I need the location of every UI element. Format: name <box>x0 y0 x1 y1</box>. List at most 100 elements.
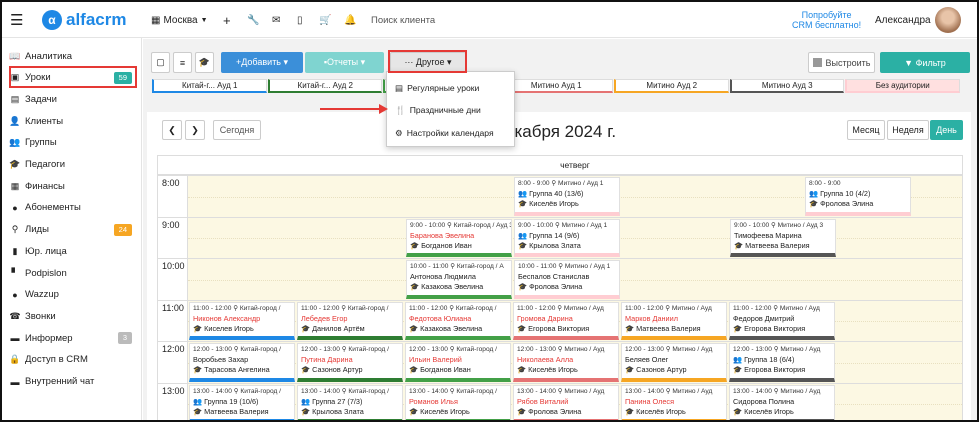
plus-icon[interactable]: + <box>223 2 231 38</box>
sidebar-item-3[interactable]: 👤 Клиенты <box>8 111 136 131</box>
view-list-icon[interactable]: ≡ <box>173 52 192 73</box>
lesson-card[interactable]: 11:00 - 12:00 ⚲ Китай-город / Лебедев Его… <box>297 301 403 340</box>
auditorium-tab-5[interactable]: Митино Ауд 3 <box>729 79 844 93</box>
other-label: ··· Другое ▾ <box>404 57 452 67</box>
lesson-card[interactable]: 8:00 - 9:00 ⚲ Митино / Ауд 1 👥 Группа 40 … <box>514 177 620 216</box>
sidebar-item-13[interactable]: ▬ Информер 3 <box>8 328 136 348</box>
lesson-time: 9:00 - 10:00 ⚲ Китай-город / Ауд 3 <box>410 221 512 229</box>
main-area: ▢ ≡ 🎓 +Добавить ▾ ▪Отчеты ▾ ··· Другое ▾… <box>143 39 977 420</box>
sidebar-item-0[interactable]: 📖 Аналитика <box>8 46 136 66</box>
phone-icon[interactable]: ▯ <box>297 2 303 38</box>
view-day-button[interactable]: День <box>930 120 963 140</box>
promo-link[interactable]: Попробуйте CRM бесплатно! <box>792 2 861 38</box>
lesson-client: Антонова Людмила <box>410 272 476 281</box>
hamburger-icon[interactable]: ☰ <box>10 2 23 38</box>
wrench-icon[interactable]: 🔧 <box>247 2 259 38</box>
sidebar-item-4[interactable]: 👥 Группы <box>8 133 136 153</box>
avatar[interactable] <box>935 2 961 38</box>
auditorium-tab-1[interactable]: Китай-г... Ауд 2 <box>267 79 382 93</box>
mail-icon[interactable]: ✉ <box>272 2 280 38</box>
sidebar-icon: ● <box>12 289 18 300</box>
auditorium-tab-0[interactable]: Китай-г... Ауд 1 <box>152 79 267 93</box>
lesson-card[interactable]: 11:00 - 12:00 ⚲ Митино / Ауд Марков Дании… <box>621 301 727 340</box>
sidebar-item-15[interactable]: ▬ Внутренний чат <box>8 372 136 392</box>
lesson-client: Беспалов Станислав <box>518 272 590 281</box>
lesson-card[interactable]: 9:00 - 10:00 ⚲ Митино / Ауд 1 👥 Группа 14… <box>514 218 620 257</box>
sidebar-item-8[interactable]: ⚲ Лиды 24 <box>8 220 136 240</box>
lesson-card[interactable]: 11:00 - 12:00 ⚲ Митино / Ауд Громова Дари… <box>513 301 619 340</box>
lesson-card[interactable]: 12:00 - 13:00 ⚲ Китай-город / Воробьев За… <box>189 343 295 382</box>
lesson-time: 11:00 - 12:00 ⚲ Митино / Ауд <box>517 304 604 312</box>
sidebar-item-14[interactable]: 🔒 Доступ в CRM <box>8 350 136 370</box>
lesson-teacher: 🎓 Фролова Элина <box>517 406 582 416</box>
view-day-label: День <box>936 125 957 135</box>
client-search[interactable]: Поиск клиента <box>371 2 435 38</box>
sidebar-item-11[interactable]: ● Wazzup <box>8 285 136 305</box>
lesson-card[interactable]: 8:00 - 9:00 👥 Группа 10 (4/2) 🎓 Фролова Эл… <box>805 177 911 216</box>
filter-button[interactable]: ▼ Фильтр <box>880 52 970 73</box>
lesson-card[interactable]: 12:00 - 13:00 ⚲ Митино / Ауд Николаева Ал… <box>513 343 619 382</box>
view-calendar-icon[interactable]: ▢ <box>151 52 170 73</box>
lesson-teacher: 🎓 Киселев Игорь <box>193 323 254 333</box>
lesson-card[interactable]: 13:00 - 14:00 ⚲ Митино / Ауд Сидорова Пол… <box>729 384 835 420</box>
lesson-time: 8:00 - 9:00 ⚲ Митино / Ауд 1 <box>518 180 604 187</box>
sidebar-item-9[interactable]: ▮ Юр. лица <box>8 241 136 261</box>
lesson-client: Рябов Виталий <box>517 396 569 406</box>
lesson-card[interactable]: 13:00 - 14:00 ⚲ Китай-город / 👥 Группа 19… <box>189 384 295 420</box>
menu-item-calendar-settings[interactable]: ⚙ Настройки календаря <box>395 123 494 143</box>
lesson-card[interactable]: 10:00 - 11:00 ⚲ Митино / Ауд 1 Беспалов С… <box>514 260 620 299</box>
lesson-card[interactable]: 13:00 - 14:00 ⚲ Китай-город / 👥 Группа 27… <box>297 384 403 420</box>
lesson-card[interactable]: 11:00 - 12:00 ⚲ Митино / Ауд Федоров Дмит… <box>729 301 835 340</box>
branch-selector[interactable]: ▦ Москва ▼ <box>151 2 208 38</box>
sidebar-item-7[interactable]: ● Абонементы <box>8 198 136 218</box>
checkbox-icon <box>812 58 822 67</box>
lesson-card[interactable]: 12:00 - 13:00 ⚲ Митино / Ауд 👥 Группа 18 … <box>729 343 835 382</box>
reports-button[interactable]: ▪Отчеты ▾ <box>305 52 384 73</box>
promo-line2: CRM бесплатно! <box>792 20 862 30</box>
sidebar-item-5[interactable]: 🎓 Педагоги <box>8 155 136 175</box>
lesson-card[interactable]: 10:00 - 11:00 ⚲ Китай-город / А Антонова … <box>406 260 512 299</box>
sidebar-item-2[interactable]: ▤ Задачи <box>8 89 136 109</box>
menu-item-holidays[interactable]: 🍴 Праздничные дни <box>395 100 481 120</box>
sidebar-item-10[interactable]: ▘ Podpislon <box>8 263 136 283</box>
arrow-annotation-icon <box>320 104 388 114</box>
lesson-client: Романов Илья <box>409 396 458 406</box>
lesson-card[interactable]: 9:00 - 10:00 ⚲ Китай-город / Ауд 3 Барано… <box>406 218 512 257</box>
auditorium-tab-3[interactable]: Митино Ауд 1 <box>498 79 613 93</box>
lesson-card[interactable]: 13:00 - 14:00 ⚲ Китай-город / Романов Иль… <box>405 384 511 420</box>
align-checkbox[interactable]: Выстроить <box>808 52 875 73</box>
view-week-button[interactable]: Неделя <box>887 120 929 140</box>
lesson-card[interactable]: 12:00 - 13:00 ⚲ Китай-город / Ильин Валер… <box>405 343 511 382</box>
sidebar-badge: 59 <box>113 71 132 84</box>
prev-arrow-icon[interactable]: ❮ <box>162 120 182 140</box>
lesson-card[interactable]: 12:00 - 13:00 ⚲ Китай-город / Путина Дари… <box>297 343 403 382</box>
sidebar-item-1[interactable]: ▣ Уроки 59 <box>8 68 136 88</box>
lesson-teacher: 🎓 Казакова Эвелина <box>410 282 484 291</box>
lesson-teacher: 🎓 Киселёв Игорь <box>409 406 470 416</box>
today-button[interactable]: Сегодня <box>213 120 261 140</box>
view-month-button[interactable]: Месяц <box>847 120 885 140</box>
lesson-card[interactable]: 12:00 - 13:00 ⚲ Митино / Ауд Беляев Олег 🎓… <box>621 343 727 382</box>
user-name[interactable]: Александра <box>875 2 931 38</box>
lesson-card[interactable]: 13:00 - 14:00 ⚲ Митино / Ауд Панина Олеся… <box>621 384 727 420</box>
auditorium-tab-4[interactable]: Митино Ауд 2 <box>614 79 729 93</box>
lesson-teacher: 🎓 Киселёв Игорь <box>733 406 794 416</box>
menu-item-regular-lessons[interactable]: ▤ Регулярные уроки <box>395 78 479 98</box>
sidebar-item-6[interactable]: ▦ Финансы <box>8 176 136 196</box>
cart-icon[interactable]: 🛒 <box>319 2 331 38</box>
lesson-client: Николаева Алла <box>517 355 574 364</box>
bell-icon[interactable]: 🔔 <box>344 2 356 38</box>
lesson-card[interactable]: 9:00 - 10:00 ⚲ Митино / Ауд 3 Тимофеева М… <box>730 218 836 257</box>
sidebar-item-label: Wazzup <box>25 289 59 301</box>
next-arrow-icon[interactable]: ❯ <box>185 120 205 140</box>
sidebar-item-12[interactable]: ☎ Звонки <box>8 306 136 326</box>
add-button[interactable]: +Добавить ▾ <box>221 52 303 73</box>
lesson-card[interactable]: 13:00 - 14:00 ⚲ Митино / Ауд Рябов Витали… <box>513 384 619 420</box>
view-teacher-icon[interactable]: 🎓 <box>195 52 214 73</box>
logo[interactable]: α alfacrm <box>42 2 126 38</box>
other-button[interactable]: ··· Другое ▾ <box>390 52 466 73</box>
sidebar-item-label: Финансы <box>25 180 65 192</box>
lesson-card[interactable]: 11:00 - 12:00 ⚲ Китай-город / Федотова Юл… <box>405 301 511 340</box>
lesson-card[interactable]: 11:00 - 12:00 ⚲ Китай-город / Никонов Але… <box>189 301 295 340</box>
auditorium-tab-6[interactable]: Без аудитории <box>845 79 960 93</box>
